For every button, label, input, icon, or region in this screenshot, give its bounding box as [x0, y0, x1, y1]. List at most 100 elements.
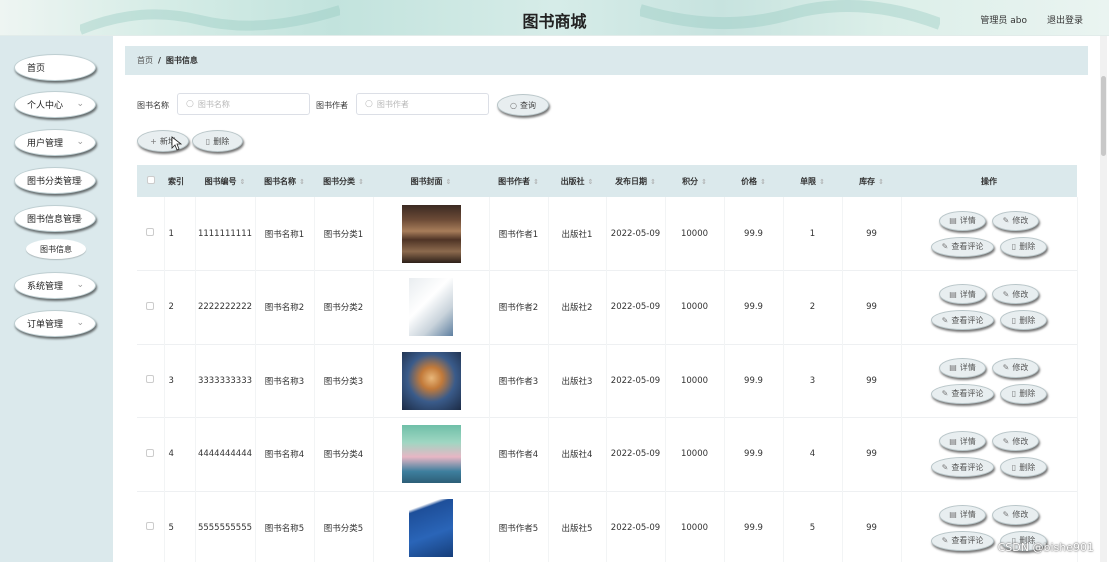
cell-index: 5 — [164, 491, 196, 562]
view-comments-button[interactable]: ✎ 查看评论 — [931, 383, 994, 404]
cell-category: 图书分类1 — [314, 197, 374, 271]
row-checkbox[interactable] — [137, 417, 165, 491]
cell-code: 1111111111 — [195, 197, 256, 271]
cell-publisher: 出版社2 — [548, 270, 607, 344]
sort-icon[interactable]: ⇕ — [760, 178, 766, 186]
delete-button[interactable]: ▯ 删除 — [1000, 457, 1047, 478]
detail-button[interactable]: ▤ 详情 — [939, 357, 986, 378]
sort-icon[interactable]: ⇕ — [878, 178, 884, 186]
delete-button[interactable]: ▯ 删除 — [1000, 236, 1047, 257]
view-comments-button[interactable]: ✎ 查看评论 — [931, 530, 994, 551]
cell-index: 4 — [164, 417, 196, 491]
cell-actions: ▤ 详情 ✎ 修改 ✎ 查看评论 ▯ 删除 — [901, 417, 1078, 491]
column-header-index: 索引 — [168, 176, 184, 186]
sidebar-item-home[interactable]: 首页 — [14, 54, 96, 81]
breadcrumb: 首页 / 图书信息 — [125, 46, 1088, 75]
detail-button[interactable]: ▤ 详情 — [939, 210, 986, 231]
delete-button[interactable]: ▯ 删除 — [1000, 383, 1047, 404]
cell-name: 图书名称4 — [255, 417, 315, 491]
row-checkbox[interactable] — [137, 491, 165, 562]
row-checkbox[interactable] — [137, 270, 165, 344]
column-header-stock[interactable]: 库存 ⇕ — [842, 165, 901, 197]
sidebar-subitem-book-info[interactable]: 图书信息 — [26, 239, 86, 259]
cell-name: 图书名称3 — [255, 344, 315, 418]
sidebar-item-order-management[interactable]: 订单管理 ⌄ — [14, 310, 96, 337]
illustrated-portrait-cover-image — [401, 351, 461, 410]
edit-icon: ✎ — [941, 389, 949, 399]
logout-link[interactable]: 退出登录 — [1047, 13, 1083, 26]
row-checkbox[interactable] — [137, 344, 165, 418]
column-header-cover[interactable]: 图书封面 ⇕ — [373, 165, 489, 197]
trash-icon: ▯ — [1011, 389, 1017, 399]
query-button[interactable]: ○ 查询 — [497, 94, 549, 116]
book-name-input[interactable]: ○ 图书名称 — [177, 93, 310, 115]
cell-limit: 2 — [783, 270, 843, 344]
sidebar-item-book-management[interactable]: 图书信息管理 ⌄ — [14, 205, 96, 232]
cell-category: 图书分类4 — [314, 417, 374, 491]
breadcrumb-home[interactable]: 首页 — [137, 55, 153, 66]
sort-icon[interactable]: ⇕ — [819, 178, 825, 186]
column-header-name[interactable]: 图书名称 ⇕ — [255, 165, 314, 197]
sidebar: 首页 个人中心 ⌄ 用户管理 ⌄ 图书分类管理 ⌄ 图书信息管理 ⌄ 图书信息 … — [0, 36, 113, 562]
vertical-scrollbar[interactable] — [1100, 36, 1107, 562]
sort-icon[interactable]: ⇕ — [533, 178, 539, 186]
sort-icon[interactable]: ⇕ — [650, 178, 656, 186]
column-header-limit[interactable]: 单限 ⇕ — [783, 165, 842, 197]
column-header-category[interactable]: 图书分类 ⇕ — [314, 165, 373, 197]
mouse-cursor-icon — [171, 136, 182, 151]
cell-price: 99.9 — [724, 344, 784, 418]
column-header-points[interactable]: 积分 ⇕ — [665, 165, 724, 197]
sort-icon[interactable]: ⇕ — [358, 178, 364, 186]
sidebar-item-label: 图书信息管理 — [27, 215, 82, 225]
cell-stock: 99 — [842, 417, 902, 491]
cell-limit: 4 — [783, 417, 843, 491]
sort-icon[interactable]: ⇕ — [701, 178, 707, 186]
edit-button[interactable]: ✎ 修改 — [992, 431, 1039, 452]
view-comments-button[interactable]: ✎ 查看评论 — [931, 457, 994, 478]
scrollbar-thumb[interactable] — [1101, 76, 1106, 156]
admin-user-label: 管理员 abo — [980, 16, 1027, 26]
book-author-input[interactable]: ○ 图书作者 — [356, 93, 489, 115]
sort-icon[interactable]: ⇕ — [240, 178, 246, 186]
sidebar-item-personal-center[interactable]: 个人中心 ⌄ — [14, 91, 96, 118]
sort-icon[interactable]: ⇕ — [588, 178, 594, 186]
edit-button[interactable]: ✎ 修改 — [992, 357, 1039, 378]
delete-button[interactable]: ▯ 删除 — [1000, 310, 1047, 331]
trash-icon: ▯ — [1011, 315, 1017, 325]
search-icon: ○ — [365, 99, 373, 109]
column-header-date[interactable]: 发布日期 ⇕ — [606, 165, 665, 197]
cell-index: 1 — [164, 197, 196, 271]
app-title: 图书商城 — [522, 12, 587, 31]
edit-button[interactable]: ✎ 修改 — [992, 210, 1039, 231]
detail-button[interactable]: ▤ 详情 — [939, 284, 986, 305]
book-author-label: 图书作者 — [316, 101, 348, 110]
sort-icon[interactable]: ⇕ — [446, 178, 452, 186]
search-icon: ○ — [186, 99, 194, 109]
sidebar-item-category-management[interactable]: 图书分类管理 ⌄ — [14, 167, 96, 194]
edit-icon: ✎ — [941, 536, 949, 546]
trash-icon: ▯ — [1011, 242, 1017, 251]
detail-button[interactable]: ▤ 详情 — [939, 504, 986, 525]
sort-icon[interactable]: ⇕ — [299, 178, 305, 186]
watermark: CSDN @bishe901 — [997, 541, 1094, 554]
column-header-publisher[interactable]: 出版社 ⇕ — [548, 165, 606, 197]
cell-price: 99.9 — [724, 197, 784, 271]
sidebar-item-label: 个人中心 — [27, 101, 64, 111]
column-header-author[interactable]: 图书作者 ⇕ — [489, 165, 548, 197]
select-all-checkbox[interactable] — [137, 165, 164, 197]
cell-cover — [373, 417, 490, 491]
sidebar-item-system-management[interactable]: 系统管理 ⌄ — [14, 272, 96, 299]
column-header-code[interactable]: 图书编号 ⇕ — [195, 165, 255, 197]
cell-points: 10000 — [665, 197, 725, 271]
edit-button[interactable]: ✎ 修改 — [992, 284, 1039, 305]
batch-delete-button[interactable]: ▯ 删除 — [192, 130, 243, 152]
detail-button[interactable]: ▤ 详情 — [939, 431, 986, 452]
edit-button[interactable]: ✎ 修改 — [992, 504, 1039, 525]
sidebar-item-user-management[interactable]: 用户管理 ⌄ — [14, 129, 96, 156]
row-checkbox[interactable] — [137, 197, 165, 271]
view-comments-button[interactable]: ✎ 查看评论 — [931, 236, 994, 257]
view-comments-button[interactable]: ✎ 查看评论 — [931, 310, 994, 331]
cell-author: 图书作者3 — [489, 344, 549, 418]
cell-name: 图书名称5 — [255, 491, 315, 562]
column-header-price[interactable]: 价格 ⇕ — [724, 165, 783, 197]
